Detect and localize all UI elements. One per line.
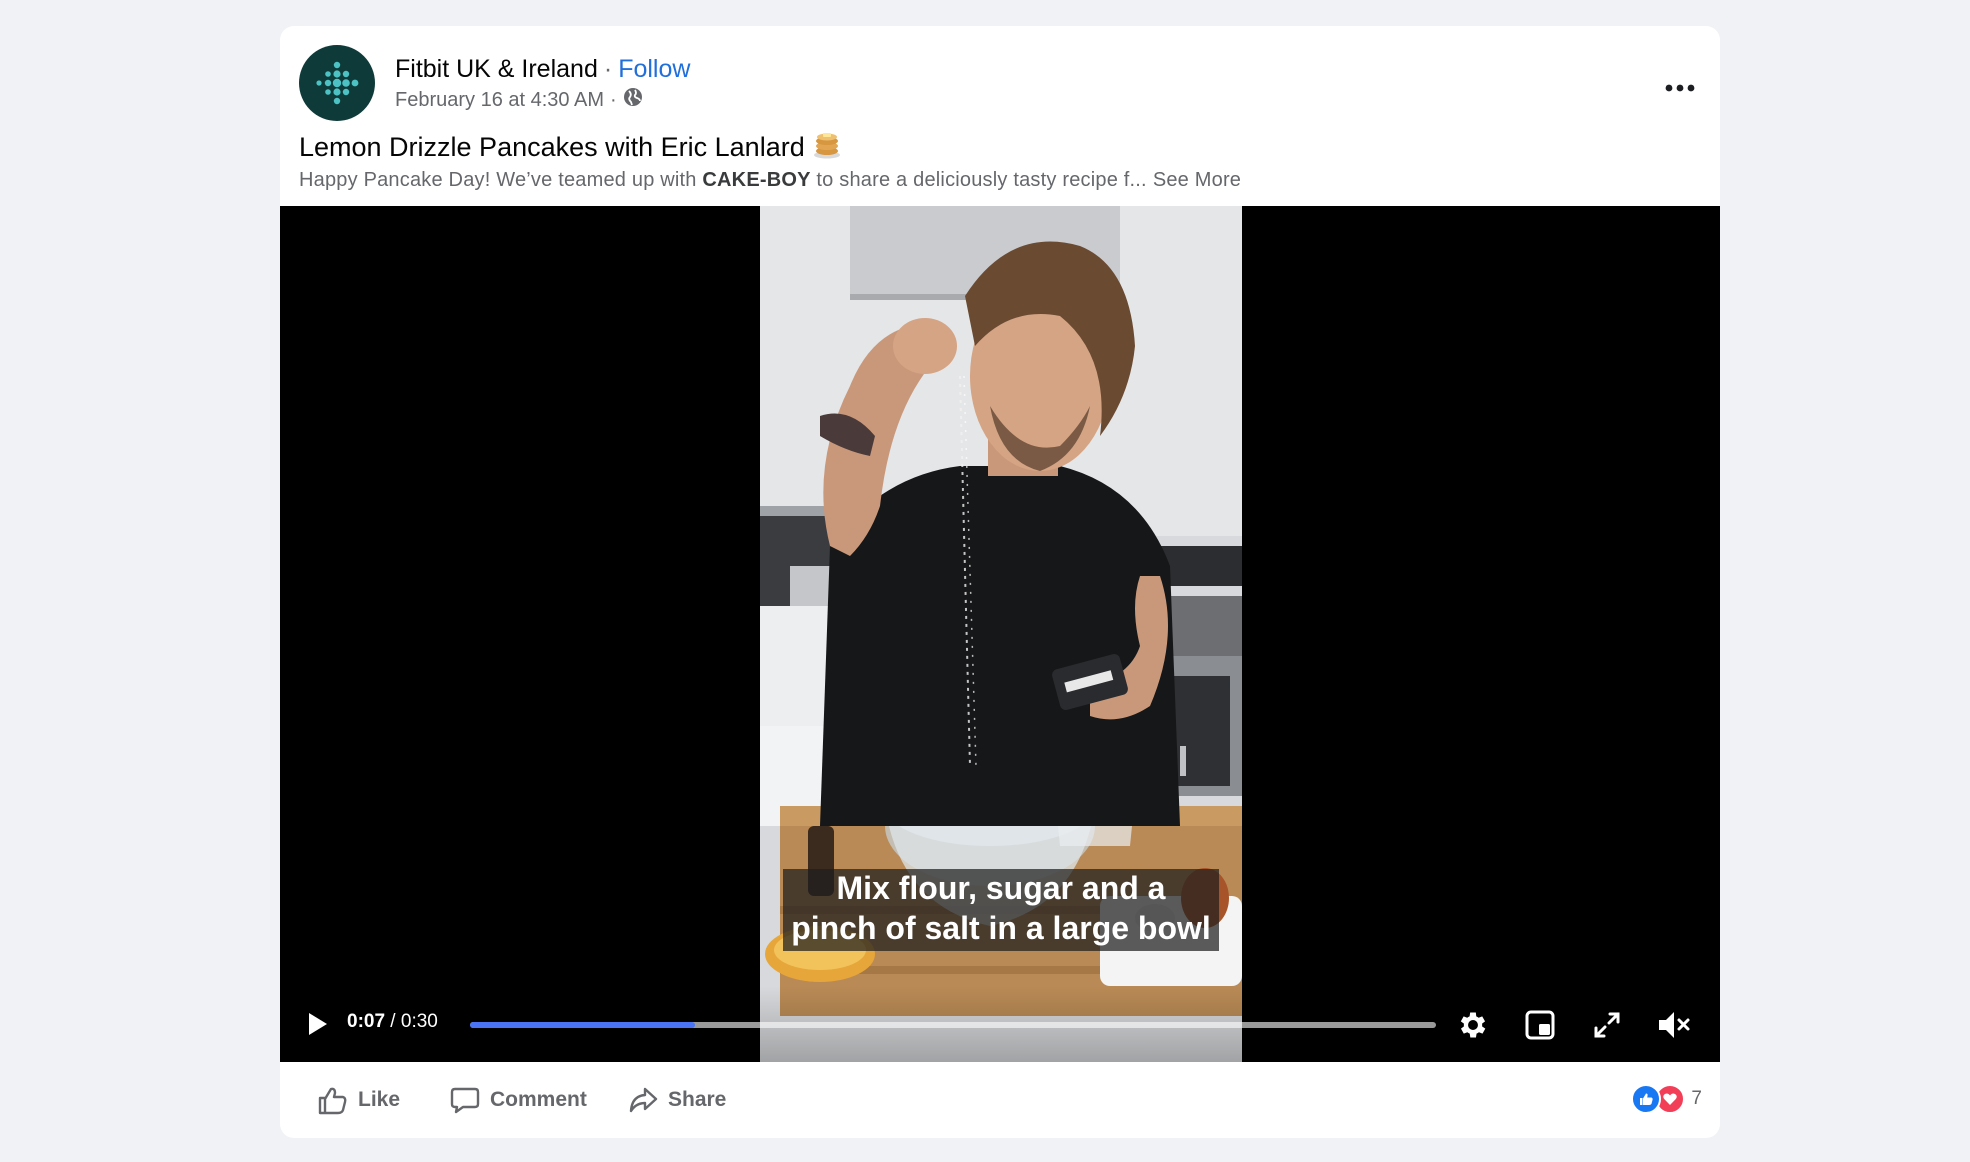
post-body: Happy Pancake Day! We’ve teamed up with … bbox=[299, 169, 1241, 192]
action-bar: Like Comment Share 7 bbox=[280, 1062, 1720, 1138]
ellipsis-icon bbox=[1665, 84, 1695, 92]
meta-separator: · bbox=[610, 88, 617, 111]
post-title: Lemon Drizzle Pancakes with Eric Lanlard bbox=[299, 129, 841, 166]
comment-label: Comment bbox=[490, 1088, 587, 1111]
reactions-summary[interactable]: 7 bbox=[1631, 1084, 1702, 1114]
reaction-count: 7 bbox=[1691, 1088, 1702, 1109]
play-button[interactable] bbox=[302, 1009, 332, 1039]
post-text-start: Happy Pancake Day! We’ve teamed up with bbox=[299, 169, 703, 191]
post-text-end: to share a deliciously tasty recipe f... bbox=[810, 169, 1147, 191]
settings-icon bbox=[1460, 1012, 1486, 1038]
post-timestamp[interactable]: February 16 at 4:30 AM bbox=[395, 89, 604, 112]
follow-button[interactable]: Follow bbox=[618, 55, 690, 83]
see-more-link[interactable]: See More bbox=[1153, 169, 1241, 191]
current-time: 0:07 bbox=[347, 1011, 386, 1032]
pancakes-emoji-icon bbox=[813, 129, 841, 166]
share-label: Share bbox=[668, 1088, 727, 1111]
duration: 0:30 bbox=[400, 1011, 438, 1032]
video-player[interactable]: Mix flour, sugar and a pinch of salt in … bbox=[280, 206, 1720, 1062]
video-controls: 0:07 / 0:30 bbox=[280, 986, 1720, 1062]
fullscreen-icon bbox=[1594, 1012, 1620, 1038]
share-button[interactable]: Share bbox=[628, 1082, 726, 1118]
thumbs-up-icon bbox=[318, 1087, 347, 1115]
post-header: Fitbit UK & Ireland · Follow bbox=[395, 55, 690, 84]
muted-icon bbox=[1659, 1012, 1690, 1038]
video-caption: Mix flour, sugar and a pinch of salt in … bbox=[760, 868, 1242, 948]
video-time: 0:07 / 0:30 bbox=[347, 1011, 438, 1033]
brand-mention-link[interactable]: CAKE-BOY bbox=[702, 169, 810, 191]
fitbit-logo-icon bbox=[316, 61, 359, 105]
mute-button[interactable] bbox=[1655, 1006, 1693, 1044]
caption-line-2: pinch of salt in a large bowl bbox=[791, 910, 1211, 946]
page-name-link[interactable]: Fitbit UK & Ireland bbox=[395, 55, 598, 83]
like-button[interactable]: Like bbox=[316, 1082, 400, 1118]
time-separator: / bbox=[385, 1011, 401, 1032]
picture-in-picture-button[interactable] bbox=[1521, 1006, 1559, 1044]
like-label: Like bbox=[358, 1088, 401, 1111]
comment-icon bbox=[450, 1087, 480, 1114]
share-icon bbox=[629, 1087, 658, 1113]
fullscreen-button[interactable] bbox=[1588, 1006, 1626, 1044]
header-separator: · bbox=[603, 55, 613, 83]
settings-button[interactable] bbox=[1454, 1006, 1492, 1044]
globe-icon bbox=[623, 87, 643, 113]
caption-line-1: Mix flour, sugar and a bbox=[836, 870, 1166, 906]
play-icon bbox=[309, 1013, 327, 1035]
post-card: Fitbit UK & Ireland · Follow February 16 a… bbox=[280, 26, 1720, 1138]
post-meta: February 16 at 4:30 AM · bbox=[395, 87, 643, 113]
post-title-text: Lemon Drizzle Pancakes with Eric Lanlard bbox=[299, 132, 805, 162]
progress-bar-fill bbox=[470, 1022, 696, 1028]
like-reaction-icon bbox=[1631, 1084, 1662, 1114]
page-avatar[interactable] bbox=[299, 45, 375, 121]
comment-button[interactable]: Comment bbox=[450, 1082, 587, 1118]
picture-in-picture-icon bbox=[1525, 1010, 1555, 1040]
more-options-button[interactable] bbox=[1660, 68, 1700, 108]
progress-bar[interactable] bbox=[470, 1022, 1436, 1028]
